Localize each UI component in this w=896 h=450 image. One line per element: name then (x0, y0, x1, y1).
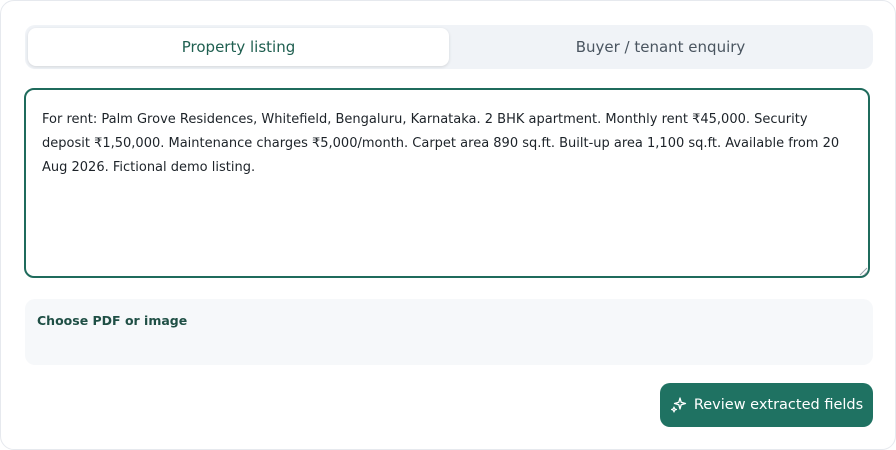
tab-buyer-tenant-enquiry[interactable]: Buyer / tenant enquiry (451, 28, 870, 66)
file-upload-area: Choose PDF or image (25, 299, 873, 365)
tab-property-listing[interactable]: Property listing (28, 28, 449, 66)
resize-grip-icon[interactable] (859, 267, 868, 276)
listing-card: Property listing Buyer / tenant enquiry … (0, 0, 896, 450)
mode-tabs: Property listing Buyer / tenant enquiry (25, 25, 873, 69)
review-extracted-fields-button[interactable]: Review extracted fields (660, 383, 873, 427)
listing-textarea[interactable]: For rent: Palm Grove Residences, Whitefi… (24, 88, 870, 278)
choose-file-button[interactable]: Choose PDF or image (37, 313, 187, 328)
sparkles-icon (670, 397, 686, 413)
review-button-label: Review extracted fields (693, 397, 864, 413)
